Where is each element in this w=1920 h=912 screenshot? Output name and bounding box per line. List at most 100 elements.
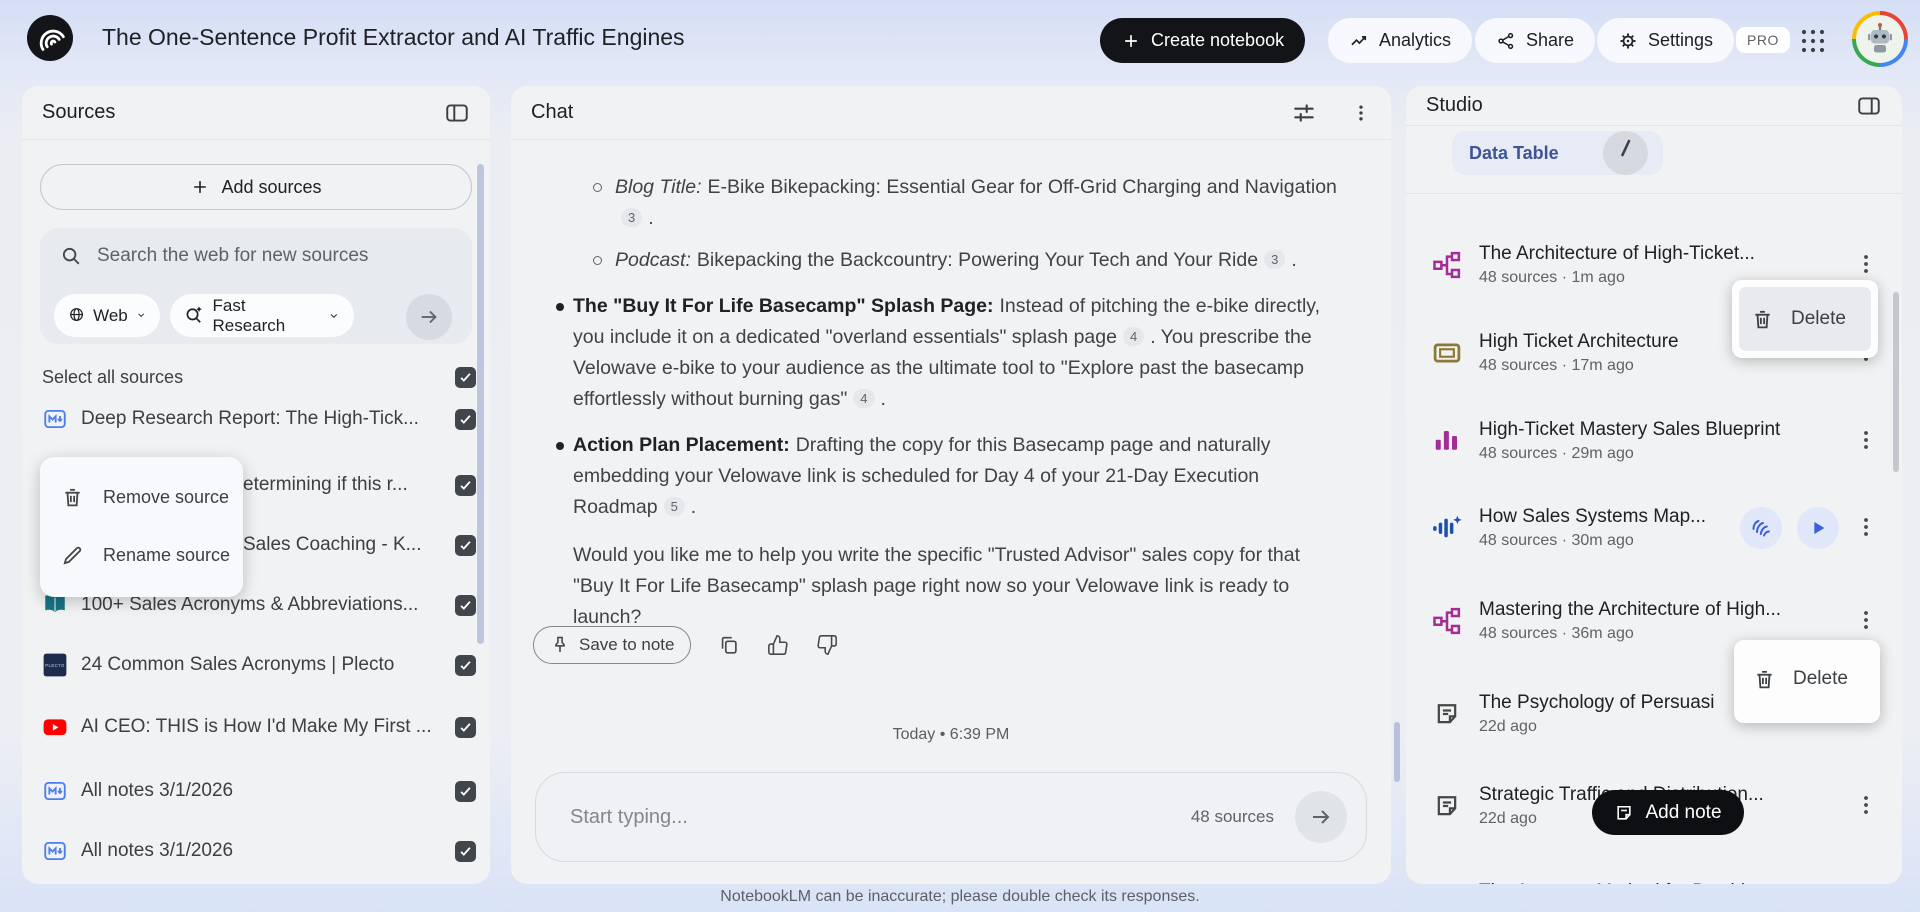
source-context-menu: Remove source Rename source	[40, 457, 243, 597]
chat-input-container: 48 sources	[535, 772, 1367, 862]
collapse-sources-panel-icon[interactable]	[444, 100, 470, 126]
delete-menu-item[interactable]: Delete	[1739, 287, 1871, 351]
note-source-icon	[42, 778, 68, 804]
studio-item-row[interactable]: How Sales Systems Map... 48 sources · 30…	[1430, 497, 1878, 559]
select-all-sources-row: Select all sources	[42, 362, 476, 392]
search-submit-button[interactable]	[406, 294, 452, 340]
share-icon	[1496, 31, 1516, 51]
create-notebook-button[interactable]: Create notebook	[1100, 18, 1306, 63]
trash-icon	[1753, 668, 1776, 691]
source-row[interactable]: PLECTO 24 Common Sales Acronyms | Plecto	[42, 648, 476, 682]
web-filter-dropdown[interactable]: Web	[54, 294, 160, 337]
note-source-icon	[42, 838, 68, 864]
source-row[interactable]: AI CEO: THIS is How I'd Make My First ..…	[42, 710, 476, 744]
robot-avatar-image	[1856, 15, 1904, 63]
thumbs-down-icon[interactable]	[816, 634, 838, 656]
plecto-favicon: PLECTO	[42, 652, 68, 678]
save-to-note-button[interactable]: Save to note	[533, 626, 692, 664]
rename-source-menu-item[interactable]: Rename source	[40, 526, 243, 584]
delete-menu-item[interactable]: Delete	[1741, 647, 1873, 711]
pencil-icon	[61, 544, 84, 567]
chat-bullet: The "Buy It For Life Basecamp" Splash Pa…	[556, 291, 1345, 415]
item-more-options-icon[interactable]	[1854, 252, 1878, 278]
source-checkbox[interactable]	[455, 780, 476, 802]
sources-panel-header: Sources	[22, 86, 490, 140]
citation-chip[interactable]: 4	[1122, 327, 1145, 346]
interactive-mode-button[interactable]	[1740, 507, 1782, 549]
audio-overview-icon	[1430, 511, 1464, 545]
studio-panel-header: Studio	[1406, 86, 1902, 126]
item-more-options-icon[interactable]	[1854, 608, 1878, 634]
source-checkbox[interactable]	[455, 408, 476, 430]
studio-panel-title: Studio	[1426, 94, 1483, 116]
studio-item-row[interactable]: The Acronym Method for Batching...	[1430, 863, 1878, 884]
item-more-options-icon[interactable]	[1854, 428, 1878, 454]
chat-more-options-icon[interactable]	[1351, 100, 1371, 126]
add-note-button[interactable]: Add note	[1592, 790, 1744, 835]
sources-panel: Sources Add sources Web	[22, 86, 490, 884]
item-more-options-icon[interactable]	[1854, 515, 1878, 541]
studio-item-row[interactable]: High-Ticket Mastery Sales Blueprint 48 s…	[1430, 410, 1878, 472]
trash-icon	[1751, 308, 1774, 331]
copy-icon[interactable]	[718, 634, 740, 656]
source-checkbox[interactable]	[455, 716, 476, 738]
source-row[interactable]: Deep Research Report: The High-Tick...	[42, 402, 476, 436]
item-more-options-icon[interactable]	[1854, 881, 1878, 884]
source-row[interactable]: All notes 3/1/2026	[42, 834, 476, 868]
plus-icon	[190, 177, 210, 197]
gear-icon	[1618, 31, 1638, 51]
source-checkbox[interactable]	[455, 534, 476, 556]
chat-scrollbar[interactable]	[1394, 722, 1400, 782]
chat-settings-tune-icon[interactable]	[1291, 100, 1317, 126]
select-all-checkbox[interactable]	[455, 366, 476, 388]
google-apps-grid-icon[interactable]	[1800, 28, 1826, 54]
studio-scrollbar[interactable]	[1893, 292, 1899, 472]
share-button[interactable]: Share	[1475, 18, 1596, 63]
youtube-favicon	[42, 714, 68, 740]
sources-panel-title: Sources	[42, 101, 116, 123]
trending-up-icon	[1349, 31, 1369, 51]
data-table-chip[interactable]: Data Table	[1452, 131, 1663, 175]
source-checkbox[interactable]	[455, 474, 476, 496]
source-checkbox[interactable]	[455, 594, 476, 616]
source-checkbox[interactable]	[455, 840, 476, 862]
chat-bullet: Action Plan Placement: Drafting the copy …	[556, 430, 1345, 523]
source-row[interactable]: All notes 3/1/2026	[42, 774, 476, 808]
thumbs-up-icon[interactable]	[767, 634, 789, 656]
studio-divider	[1406, 193, 1902, 194]
user-avatar[interactable]	[1852, 11, 1908, 67]
citation-chip[interactable]: 4	[853, 389, 875, 408]
carousel-next-button[interactable]	[1603, 131, 1648, 175]
mindmap-icon	[1430, 248, 1464, 282]
plus-icon	[1121, 31, 1141, 51]
citation-chip[interactable]: 3	[1264, 250, 1286, 269]
chat-panel-title: Chat	[531, 101, 574, 123]
research-mode-dropdown[interactable]: Fast Research	[170, 294, 354, 337]
add-sources-button[interactable]: Add sources	[40, 164, 472, 210]
settings-button[interactable]: Settings	[1597, 18, 1735, 63]
item-more-options-icon[interactable]	[1854, 793, 1878, 819]
note-icon	[1614, 803, 1634, 823]
chat-input[interactable]	[568, 804, 1191, 830]
bar-chart-icon	[1430, 424, 1464, 458]
play-audio-button[interactable]	[1797, 507, 1839, 549]
pro-badge: PRO	[1736, 27, 1790, 53]
remove-source-menu-item[interactable]: Remove source	[40, 468, 243, 526]
notebooklm-logo-icon[interactable]	[26, 14, 74, 62]
chat-closing-question: Would you like me to help you write the …	[573, 544, 1301, 628]
collapse-studio-panel-icon[interactable]	[1856, 93, 1882, 119]
note-icon	[1430, 697, 1464, 731]
analytics-button[interactable]: Analytics	[1328, 18, 1473, 63]
sources-scrollbar[interactable]	[477, 164, 484, 644]
globe-icon	[68, 306, 85, 326]
studio-panel: Studio Data Table The Architecture of Hi…	[1406, 86, 1902, 884]
assistant-message: Blog Title: E-Bike Bikepacking: Essential…	[556, 172, 1345, 633]
citation-chip[interactable]: 3	[621, 208, 643, 227]
chat-sub-bullet: Blog Title: E-Bike Bikepacking: Essential…	[573, 172, 1345, 234]
note-icon	[1430, 789, 1464, 823]
citation-chip[interactable]: 5	[663, 497, 685, 516]
research-sparkle-icon	[184, 305, 204, 326]
send-message-button[interactable]	[1295, 791, 1347, 843]
source-checkbox[interactable]	[455, 654, 476, 676]
search-sources-input[interactable]	[95, 244, 439, 268]
